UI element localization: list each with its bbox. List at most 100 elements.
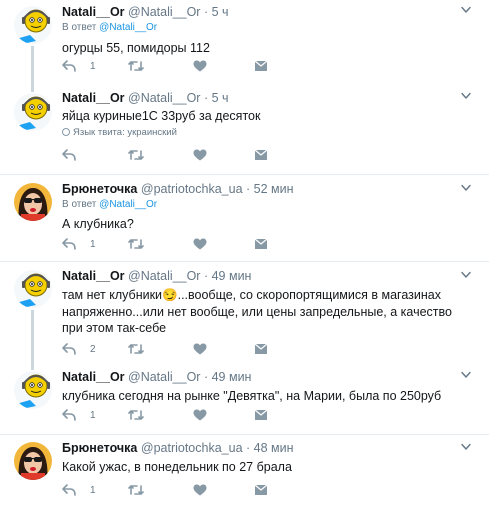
separator-dot: · <box>246 182 251 196</box>
author-name[interactable]: Брюнеточка <box>62 441 137 455</box>
reply-count: 1 <box>90 409 96 421</box>
retweet-icon <box>128 484 144 496</box>
retweet-button[interactable] <box>128 149 144 161</box>
retweet-icon <box>128 60 144 72</box>
envelope-icon <box>254 60 268 72</box>
tweet-time[interactable]: 5 ч <box>212 5 229 19</box>
tweet[interactable]: Natali__Or @Natali__Or · 49 мин там нет … <box>0 261 489 366</box>
tweet-time[interactable]: 48 мин <box>254 441 294 455</box>
author-handle[interactable]: @Natali__Or <box>128 370 200 384</box>
author-name[interactable]: Natali__Or <box>62 5 125 19</box>
globe-icon <box>62 128 70 136</box>
reply-button[interactable]: 1 <box>62 409 96 421</box>
separator-dot: · <box>203 91 209 105</box>
retweet-icon <box>128 149 144 161</box>
retweet-button[interactable] <box>128 343 144 355</box>
reply-icon <box>62 60 76 72</box>
heart-icon <box>193 238 207 250</box>
author-name[interactable]: Natali__Or <box>62 370 125 384</box>
tweet-language[interactable]: Язык твита: украинский <box>62 127 475 139</box>
chevron-down-icon[interactable] <box>461 184 471 192</box>
reply-button[interactable]: 1 <box>62 238 96 250</box>
direct-message-button[interactable] <box>254 343 268 355</box>
envelope-icon <box>254 343 268 355</box>
like-button[interactable] <box>193 149 207 161</box>
heart-icon <box>193 409 207 421</box>
reply-button[interactable]: 1 <box>62 60 96 72</box>
chevron-down-icon[interactable] <box>461 371 471 379</box>
direct-message-button[interactable] <box>254 149 268 161</box>
direct-message-button[interactable] <box>254 409 268 421</box>
reply-to-link[interactable]: @Natali__Or <box>99 199 157 210</box>
chevron-down-icon[interactable] <box>461 443 471 451</box>
heart-icon <box>193 60 207 72</box>
reply-icon <box>62 409 76 421</box>
like-button[interactable] <box>193 343 207 355</box>
author-handle[interactable]: @Natali__Or <box>128 91 200 105</box>
retweet-icon <box>128 238 144 250</box>
separator-dot: · <box>203 269 209 283</box>
chevron-down-icon[interactable] <box>461 271 471 279</box>
envelope-icon <box>254 409 268 421</box>
tweet-language-label: Язык твита: украинский <box>73 127 177 138</box>
avatar[interactable] <box>14 6 52 44</box>
reply-button[interactable] <box>62 149 76 161</box>
avatar[interactable] <box>14 93 52 131</box>
tweet[interactable]: Natali__Or @Natali__Or · 5 ч В ответ @Na… <box>0 0 489 88</box>
direct-message-button[interactable] <box>254 60 268 72</box>
tweet[interactable]: Natali__Or @Natali__Or · 49 мин клубника… <box>0 365 489 433</box>
tweet-time[interactable]: 49 мин <box>212 269 252 283</box>
author-handle[interactable]: @Natali__Or <box>128 5 200 19</box>
reply-count: 2 <box>90 343 96 355</box>
reply-icon <box>62 149 76 161</box>
envelope-icon <box>254 149 268 161</box>
chevron-down-icon[interactable] <box>461 6 471 14</box>
separator-dot: · <box>246 441 251 455</box>
avatar[interactable] <box>14 442 52 480</box>
separator-dot: · <box>203 370 209 384</box>
direct-message-button[interactable] <box>254 238 268 250</box>
retweet-button[interactable] <box>128 60 144 72</box>
reply-count: 1 <box>90 238 96 250</box>
avatar[interactable] <box>14 371 52 409</box>
reply-context: В ответ @Natali__Or <box>62 22 475 34</box>
avatar[interactable] <box>14 183 52 221</box>
author-name[interactable]: Natali__Or <box>62 269 125 283</box>
retweet-button[interactable] <box>128 238 144 250</box>
tweet-time[interactable]: 52 мин <box>254 182 294 196</box>
tweet-actions <box>62 149 292 165</box>
chevron-down-icon[interactable] <box>461 92 471 100</box>
reply-button[interactable]: 2 <box>62 343 96 355</box>
reply-button[interactable]: 1 <box>62 484 96 496</box>
direct-message-button[interactable] <box>254 484 268 496</box>
like-button[interactable] <box>193 238 207 250</box>
reply-count: 1 <box>90 60 96 72</box>
tweet-time[interactable]: 49 мин <box>212 370 252 384</box>
retweet-button[interactable] <box>128 484 144 496</box>
retweet-icon <box>128 409 144 421</box>
like-button[interactable] <box>193 409 207 421</box>
author-name[interactable]: Natali__Or <box>62 91 125 105</box>
tweet-text: А клубника? <box>62 217 134 231</box>
author-handle[interactable]: @patriotochka_ua <box>141 441 243 455</box>
tweet[interactable]: Брюнеточка @patriotochka_ua · 48 мин Как… <box>0 434 489 509</box>
like-button[interactable] <box>193 60 207 72</box>
retweet-button[interactable] <box>128 409 144 421</box>
reply-to-link[interactable]: @Natali__Or <box>99 22 157 33</box>
tweet[interactable]: Natali__Or @Natali__Or · 5 ч яйца курины… <box>0 88 489 173</box>
retweet-icon <box>128 343 144 355</box>
tweet[interactable]: Брюнеточка @patriotochka_ua · 52 мин В о… <box>0 174 489 261</box>
tweet-actions: 1 <box>62 60 292 76</box>
author-handle[interactable]: @patriotochka_ua <box>141 182 243 196</box>
reply-prefix: В ответ <box>62 22 97 33</box>
tweet-text: яйца куриные1С 33руб за десяток <box>62 109 261 123</box>
avatar[interactable] <box>14 270 52 308</box>
thread-line <box>31 365 34 370</box>
author-name[interactable]: Брюнеточка <box>62 182 137 196</box>
tweet-actions: 1 <box>62 238 292 254</box>
tweet-time[interactable]: 5 ч <box>212 91 229 105</box>
reply-icon <box>62 484 76 496</box>
tweet-text: клубника сегодня на рынке "Девятка", на … <box>62 389 442 403</box>
like-button[interactable] <box>193 484 207 496</box>
author-handle[interactable]: @Natali__Or <box>128 269 200 283</box>
